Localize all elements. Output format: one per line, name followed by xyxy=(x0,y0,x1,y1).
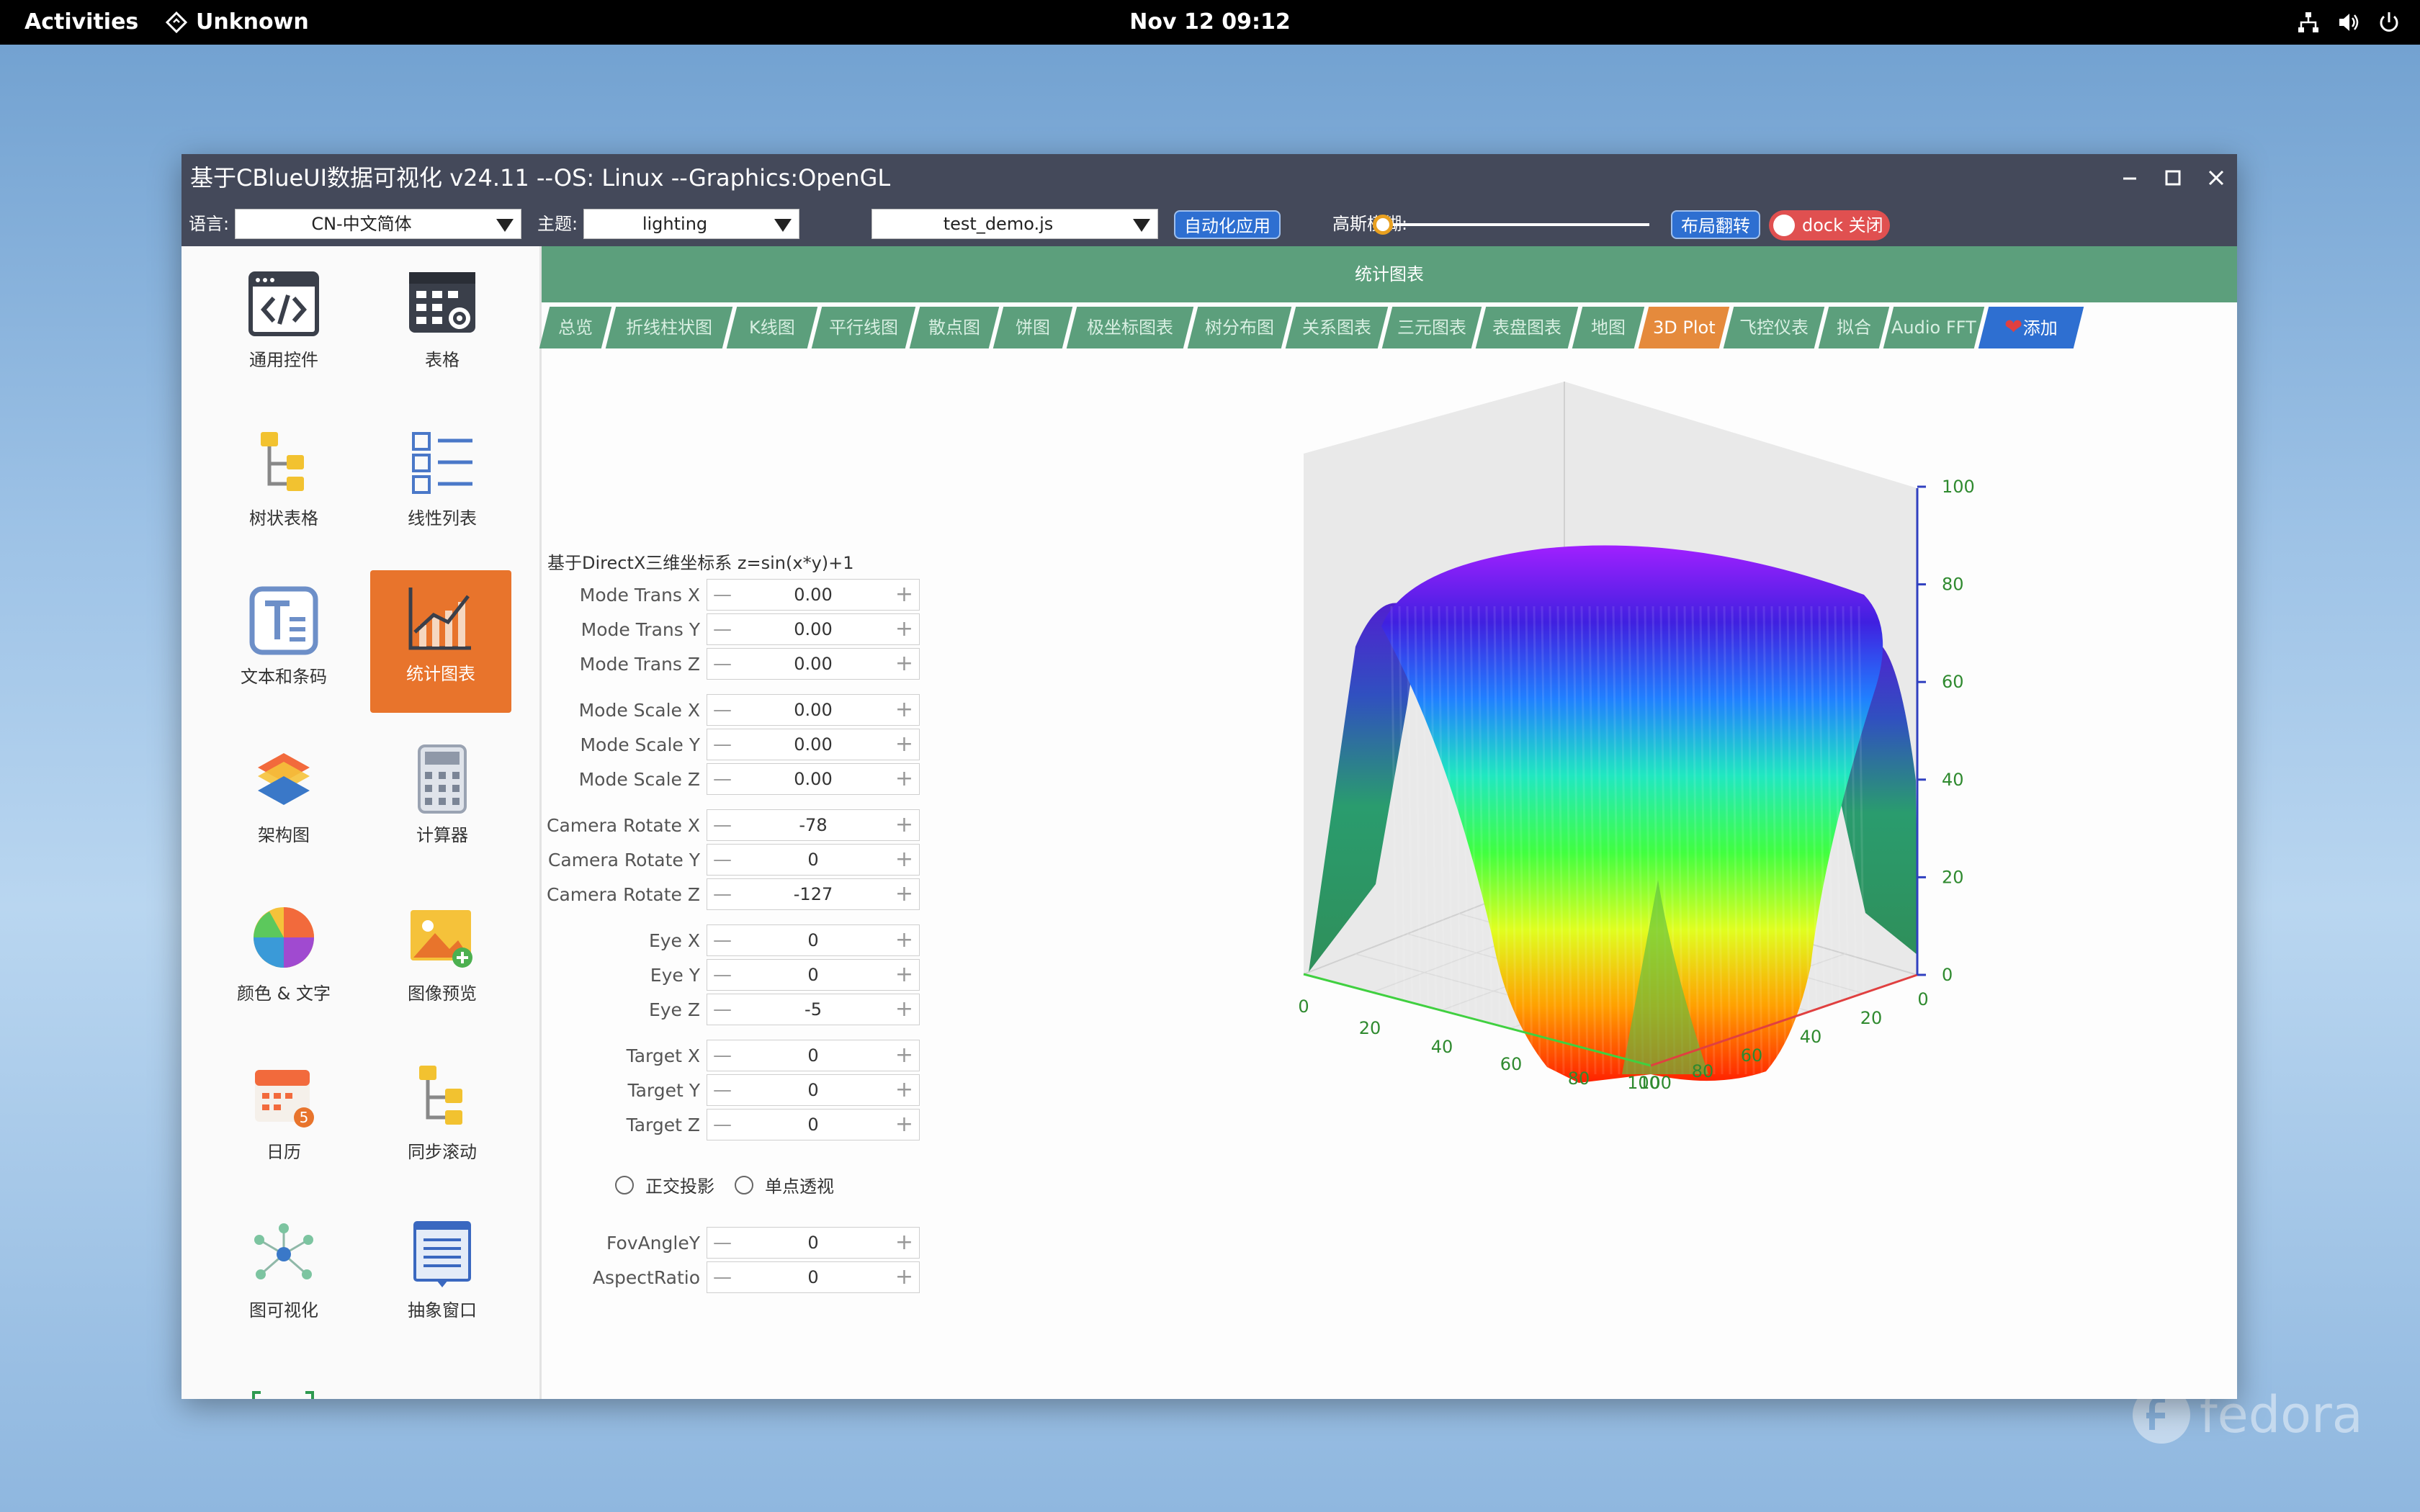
layers-icon xyxy=(258,753,310,805)
sidebar-item-label: 树状表格 xyxy=(249,508,318,528)
sidebar-item-graph-visualization[interactable]: 图可视化 xyxy=(213,1207,354,1349)
x-tick-label: 20 xyxy=(1359,1018,1381,1038)
sidebar-item-label: 抽象窗口 xyxy=(408,1300,477,1320)
z-tick-label: 100 xyxy=(1942,477,1975,497)
minimize-icon[interactable] xyxy=(2118,166,2142,190)
y-tick-label: 60 xyxy=(1741,1045,1763,1066)
color-wheel-icon xyxy=(254,907,314,968)
sidebar-item-common-controls[interactable]: 通用控件 xyxy=(213,256,354,399)
sidebar-item-label: 文本和条码 xyxy=(241,667,327,687)
z-tick-label: 20 xyxy=(1942,867,1964,887)
image-preview-icon xyxy=(411,910,472,968)
sidebar-item-calendar[interactable]: 5 日历 xyxy=(213,1048,354,1191)
y-tick-label: 80 xyxy=(1692,1061,1714,1081)
sidebar-item-text-barcode[interactable]: 文本和条码 xyxy=(213,573,354,716)
x-tick-label: 0 xyxy=(1298,996,1309,1017)
blur-slider-handle[interactable] xyxy=(1373,215,1393,235)
main-content: 统计图表 总览 折线柱状图 K线图 平行线图 散点图 饼图 极坐标图表 树分布图 关系图表 三元图… xyxy=(539,246,2237,1399)
theme-select[interactable]: lighting xyxy=(583,209,799,239)
sidebar-item-label: 图像预览 xyxy=(408,984,477,1004)
clock[interactable]: Nov 12 09:12 xyxy=(0,0,2420,45)
sidebar-item-label: 同步滚动 xyxy=(408,1142,477,1162)
y-tick-label: 100 xyxy=(1627,1073,1660,1093)
sidebar-item-table[interactable]: 表格 xyxy=(372,256,513,399)
close-icon[interactable] xyxy=(2204,166,2228,190)
system-tray[interactable] xyxy=(2296,10,2401,35)
language-select[interactable]: CN-中文简体 xyxy=(235,209,521,239)
language-value: CN-中文简体 xyxy=(311,214,412,234)
surface-plot[interactable]: 020406080 100020406080100020406080100 xyxy=(542,246,2237,1399)
sidebar-item-label: 统计图表 xyxy=(406,664,475,684)
z-tick-label: 0 xyxy=(1942,965,1953,985)
chevron-down-icon xyxy=(774,219,792,232)
linear-list-icon xyxy=(412,432,472,494)
calendar-icon: 5 xyxy=(255,1070,314,1128)
z-tick-label: 80 xyxy=(1942,575,1964,595)
script-value: test_demo.js xyxy=(943,214,1054,234)
sidebar-item-architecture[interactable]: 架构图 xyxy=(213,732,354,874)
table-settings-icon xyxy=(409,272,475,333)
x-tick-label: 80 xyxy=(1568,1068,1590,1089)
sidebar-item-color-text[interactable]: 颜色 & 文字 xyxy=(213,890,354,1032)
sidebar-item-label: 图可视化 xyxy=(249,1300,318,1320)
x-tick-label: 40 xyxy=(1431,1037,1453,1057)
sidebar-item-statistics-chart[interactable]: 统计图表 xyxy=(370,570,511,713)
sidebar-item-image-preview[interactable]: 图像预览 xyxy=(372,890,513,1032)
z-tick-label: 60 xyxy=(1942,672,1964,692)
tree-table-icon xyxy=(261,432,304,491)
sidebar-item-label: 架构图 xyxy=(258,825,310,845)
layout-flip-button[interactable]: 布局翻转 xyxy=(1671,210,1760,239)
dock-toggle[interactable]: dock 关闭 xyxy=(1769,210,1890,240)
window-titlebar[interactable]: 基于CBlueUI数据可视化 v24.11 --OS: Linux --Grap… xyxy=(182,154,2237,202)
network-icon[interactable] xyxy=(2296,10,2321,35)
sidebar-item-label: 表格 xyxy=(425,350,460,370)
power-icon[interactable] xyxy=(2377,10,2401,35)
sidebar-item-tree-table[interactable]: 树状表格 xyxy=(213,415,354,557)
graph-icon xyxy=(254,1223,313,1279)
sidebar-item-label: 颜色 & 文字 xyxy=(237,984,331,1004)
script-select[interactable]: test_demo.js xyxy=(871,209,1158,239)
sidebar: 通用控件 表格 树状表格 线性列表 文本和条码 统计图表 架构图 计算器 颜色 … xyxy=(182,246,542,1399)
sidebar-item-abstract-window[interactable]: 抽象窗口 xyxy=(372,1207,513,1349)
volume-icon[interactable] xyxy=(2336,10,2361,35)
auto-apply-button[interactable]: 自动化应用 xyxy=(1174,210,1281,239)
toolbar: 语言: CN-中文简体 主题: lighting test_demo.js 自动… xyxy=(182,202,2237,246)
sidebar-item-label: 线性列表 xyxy=(408,508,477,528)
theme-value: lighting xyxy=(642,214,708,234)
sidebar-item-label: 日历 xyxy=(266,1142,301,1162)
sidebar-item-sync-scroll[interactable]: 同步滚动 xyxy=(372,1048,513,1191)
dock-toggle-label: dock 关闭 xyxy=(1802,215,1883,235)
scroll-peek-icon xyxy=(252,1391,314,1399)
system-top-bar: Activities Unknown Nov 12 09:12 xyxy=(0,0,2420,45)
svg-text:5: 5 xyxy=(300,1109,309,1126)
abstract-window-icon xyxy=(413,1221,471,1287)
sidebar-item-linear-list[interactable]: 线性列表 xyxy=(372,415,513,557)
chevron-down-icon xyxy=(1133,219,1150,232)
toggle-knob xyxy=(1773,215,1795,236)
sidebar-item-label: 通用控件 xyxy=(249,350,318,370)
blur-slider-track[interactable] xyxy=(1383,223,1649,226)
theme-label: 主题: xyxy=(537,214,578,234)
sidebar-item-calculator[interactable]: 计算器 xyxy=(372,732,513,874)
y-tick-label: 40 xyxy=(1800,1027,1822,1047)
window-title: 基于CBlueUI数据可视化 v24.11 --OS: Linux --Grap… xyxy=(190,164,891,192)
calculator-icon xyxy=(418,744,467,814)
code-window-icon xyxy=(248,271,319,336)
language-label: 语言: xyxy=(189,214,230,234)
z-tick-label: 40 xyxy=(1942,770,1964,790)
text-icon xyxy=(249,586,318,655)
y-tick-label: 20 xyxy=(1860,1008,1883,1028)
chart-icon xyxy=(408,588,471,650)
y-tick-label: 0 xyxy=(1917,989,1928,1009)
chevron-down-icon xyxy=(496,219,514,232)
maximize-icon[interactable] xyxy=(2161,166,2185,190)
app-window: 基于CBlueUI数据可视化 v24.11 --OS: Linux --Grap… xyxy=(182,154,2237,1399)
x-tick-label: 60 xyxy=(1500,1054,1523,1074)
sync-scroll-icon xyxy=(419,1066,462,1125)
sidebar-item-label: 计算器 xyxy=(416,825,468,845)
